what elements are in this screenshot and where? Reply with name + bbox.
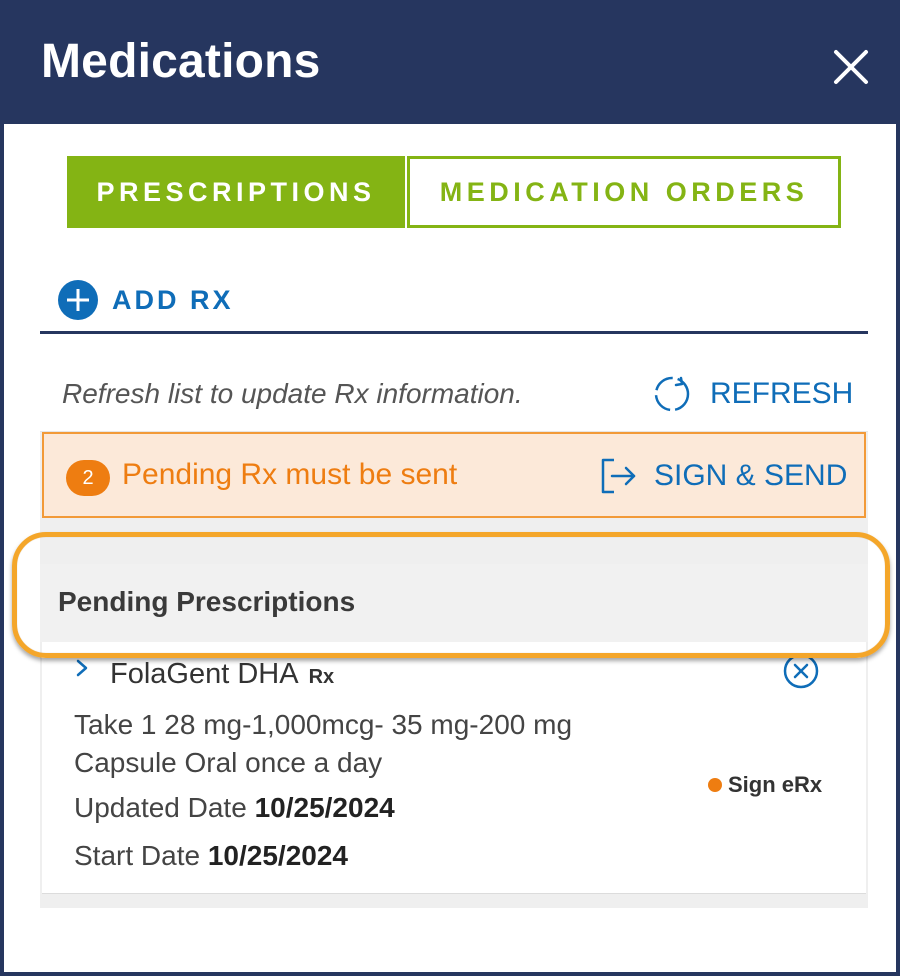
start-date-row: Start Date 10/25/2024: [74, 840, 348, 872]
remove-circle-icon[interactable]: [782, 652, 820, 690]
tab-prescriptions[interactable]: PRESCRIPTIONS: [67, 156, 405, 228]
updated-date-label: Updated Date: [74, 792, 247, 823]
tab-bar: PRESCRIPTIONS MEDICATION ORDERS: [67, 156, 841, 228]
pending-count-badge: 2: [66, 460, 110, 496]
close-icon[interactable]: [826, 42, 876, 92]
refresh-row: Refresh list to update Rx information. R…: [40, 354, 868, 432]
section-divider: [40, 331, 868, 334]
page-title: Medications: [41, 35, 321, 88]
refresh-icon: [654, 376, 690, 412]
prescriptions-list: Refresh list to update Rx information. R…: [40, 354, 868, 908]
sign-send-label: SIGN & SEND: [654, 459, 848, 492]
section-title: Pending Prescriptions: [58, 586, 356, 617]
pending-message: Pending Rx must be sent: [122, 458, 458, 491]
chevron-right-icon[interactable]: [74, 656, 90, 680]
sign-send-button[interactable]: SIGN & SEND: [600, 456, 847, 496]
updated-date-value: 10/25/2024: [254, 792, 395, 823]
medications-panel: Medications PRESCRIPTIONS MEDICATION ORD…: [0, 0, 900, 976]
start-date-label: Start Date: [74, 840, 201, 871]
status-badge: Sign eRx: [708, 772, 822, 798]
pending-rx-banner: 2 Pending Rx must be sent SIGN & SEND: [42, 432, 866, 518]
add-rx-label: ADD RX: [112, 284, 234, 315]
start-date-value: 10/25/2024: [207, 840, 348, 871]
refresh-label: REFRESH: [710, 377, 854, 410]
tab-medication-orders[interactable]: MEDICATION ORDERS: [407, 156, 841, 228]
pending-prescriptions-header: Pending Prescriptions: [40, 564, 868, 642]
refresh-hint: Refresh list to update Rx information.: [62, 378, 523, 409]
plus-circle-icon: [58, 280, 98, 320]
add-rx-button[interactable]: ADD RX: [58, 280, 234, 320]
sign-send-icon: [601, 458, 636, 494]
refresh-button[interactable]: REFRESH: [652, 374, 853, 414]
status-dot-icon: [708, 778, 722, 792]
prescription-name[interactable]: FolaGent DHA Rx: [110, 658, 334, 691]
prescription-row: FolaGent DHA Rx Take 1 28 mg-1,000mcg- 35…: [42, 642, 866, 894]
prescription-name-text: FolaGent DHA: [110, 658, 299, 690]
status-label: Sign eRx: [728, 772, 823, 797]
updated-date-row: Updated Date 10/25/2024: [74, 792, 395, 824]
rx-tag: Rx: [308, 666, 335, 688]
panel-header: Medications: [4, 0, 900, 124]
prescription-sig: Take 1 28 mg-1,000mcg- 35 mg-200 mg Caps…: [74, 709, 573, 778]
